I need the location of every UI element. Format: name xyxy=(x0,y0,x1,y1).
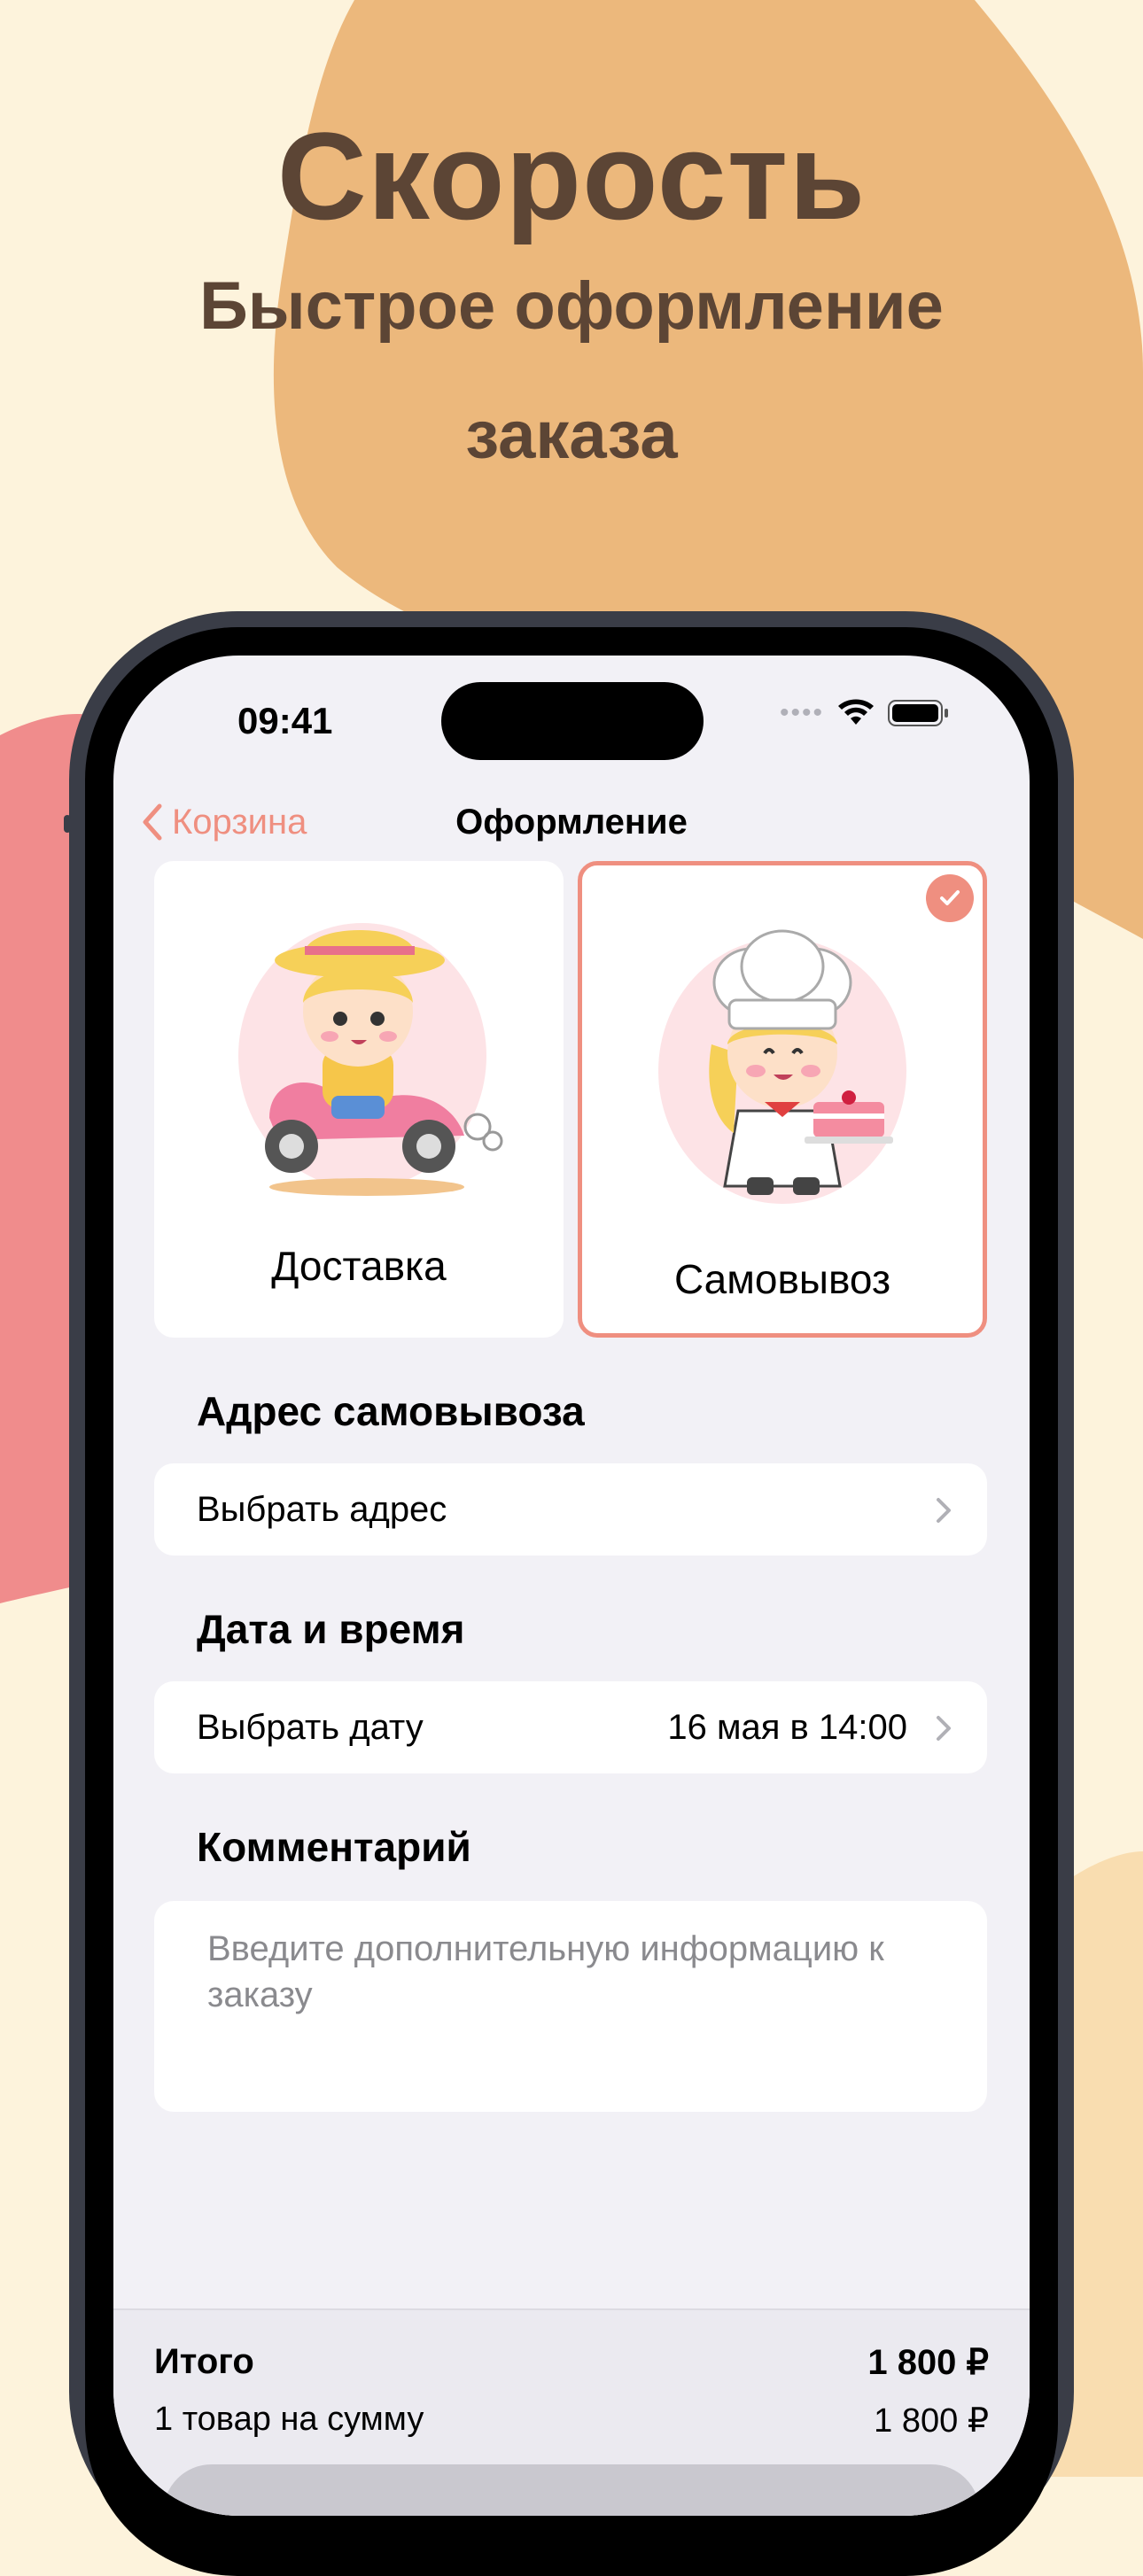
order-summary-footer: Итого 1 800 ₽ 1 товар на сумму 1 800 ₽ xyxy=(113,2308,1030,2516)
battery-icon xyxy=(888,700,948,726)
pickup-address-title: Адрес самовывоза xyxy=(197,1388,585,1434)
phone-screen: 09:41 •••• Корзина Оформление Доставка С… xyxy=(113,656,1030,2516)
chevron-right-icon xyxy=(937,1498,951,1523)
select-address-row[interactable]: Выбрать адрес xyxy=(154,1463,987,1556)
chef-girl-cake-illustration xyxy=(658,929,906,1204)
chevron-right-icon xyxy=(937,1716,951,1741)
status-time: 09:41 xyxy=(237,700,333,741)
delivery-label: Доставка xyxy=(271,1243,447,1289)
headline-subtitle-line1: Быстрое оформление xyxy=(199,268,944,344)
comment-field[interactable]: Введите дополнительную информацию к зака… xyxy=(154,1901,987,2112)
select-date-row[interactable]: Выбрать дату 16 мая в 14:00 xyxy=(154,1681,987,1773)
headline-title: Скорость xyxy=(276,106,867,245)
delivery-option[interactable]: Доставка xyxy=(154,861,564,1338)
total-label: Итого xyxy=(154,2342,254,2381)
items-value: 1 800 ₽ xyxy=(874,2402,989,2440)
status-icons: •••• xyxy=(780,698,950,728)
pickup-option[interactable]: Самовывоз xyxy=(578,861,987,1338)
signal-icon: •••• xyxy=(779,698,824,727)
selected-date-value: 16 мая в 14:00 xyxy=(667,1708,907,1747)
comment-placeholder: Введите дополнительную информацию к зака… xyxy=(207,1929,884,2014)
checkmark-icon xyxy=(926,874,974,922)
select-address-label: Выбрать адрес xyxy=(197,1490,447,1529)
pickup-label: Самовывоз xyxy=(673,1256,891,1302)
checkout-button[interactable] xyxy=(163,2464,980,2516)
headline-subtitle-line2: заказа xyxy=(465,398,678,473)
comment-title: Комментарий xyxy=(197,1824,471,1870)
phone-side-button xyxy=(64,815,71,833)
delivery-girl-scooter-illustration xyxy=(238,923,503,1196)
datetime-title: Дата и время xyxy=(197,1606,465,1652)
nav-bar: Корзина Оформление xyxy=(113,787,1030,857)
items-label: 1 товар на сумму xyxy=(154,2401,424,2438)
select-date-label: Выбрать дату xyxy=(197,1708,424,1747)
total-value: 1 800 ₽ xyxy=(867,2343,989,2382)
dynamic-island xyxy=(441,682,704,760)
page-title: Оформление xyxy=(455,803,688,842)
wifi-icon xyxy=(838,699,874,725)
